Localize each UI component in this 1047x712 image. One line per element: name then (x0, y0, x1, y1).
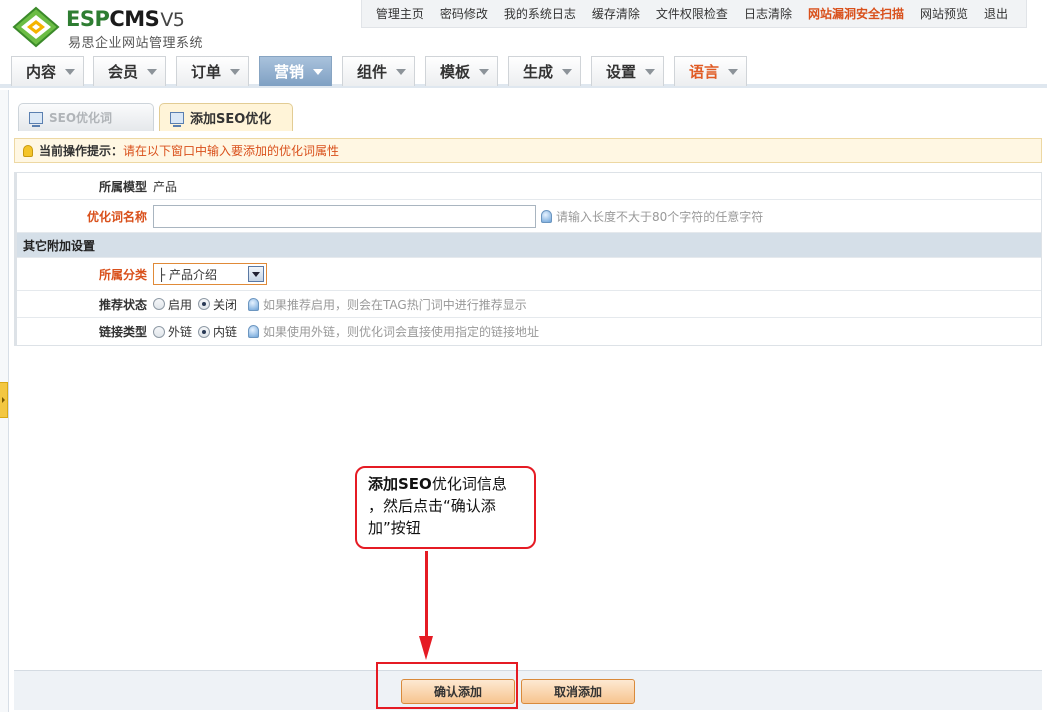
section-extra-settings: 其它附加设置 (17, 233, 1041, 258)
main-menu: 内容 会员 订单 营销 组件 模板 生成 设置 语言 (0, 52, 1047, 88)
annotation-arrow-line (425, 551, 428, 641)
link-type-hint: 如果使用外链，则优化词会直接使用指定的链接地址 (248, 323, 539, 340)
menu-members[interactable]: 会员 (93, 56, 166, 86)
menu-language[interactable]: 语言 (674, 56, 747, 86)
menu-orders[interactable]: 订单 (176, 56, 249, 86)
form-row-keyword: 优化词名称 请输入长度不大于80个字符的任意字符 (17, 200, 1041, 233)
topnav-site-preview[interactable]: 网站预览 (912, 5, 976, 22)
topnav-logout[interactable]: 退出 (976, 5, 1016, 22)
seo-form: 所属模型 产品 优化词名称 请输入长度不大于80个字符的任意字符 其它附加设置 … (14, 172, 1042, 346)
chevron-down-icon (728, 69, 738, 75)
content-panel: SEO优化词 添加SEO优化 当前操作提示： 请在以下窗口中输入要添加的优化词属… (14, 96, 1042, 710)
tip-label: 当前操作提示： (39, 144, 124, 158)
header: ESPCMSV5 易思企业网站管理系统 管理主页 密码修改 我的系统日志 缓存清… (0, 0, 1047, 52)
hint-bulb-icon (541, 209, 552, 223)
link-external-radio[interactable]: 外链 (153, 323, 192, 340)
lightbulb-icon (23, 144, 33, 157)
top-navigation: 管理主页 密码修改 我的系统日志 缓存清除 文件权限检查 日志清除 网站漏洞安全… (360, 0, 1027, 28)
recommend-hint: 如果推荐启用，则会在TAG热门词中进行推荐显示 (248, 296, 527, 313)
chevron-down-icon (313, 69, 323, 75)
radio-button-icon (198, 298, 211, 310)
keyword-label: 优化词名称 (86, 209, 147, 224)
callout-line-3: 加”按钮 (368, 519, 421, 537)
form-row-model: 所属模型 产品 (17, 173, 1041, 200)
annotation-arrow-icon (419, 636, 433, 660)
menu-content[interactable]: 内容 (11, 56, 84, 86)
sidebar-toggle-handle[interactable] (0, 382, 8, 418)
dropdown-arrow-icon[interactable] (248, 266, 264, 282)
hint-bulb-icon (248, 325, 260, 338)
topnav-my-system-log[interactable]: 我的系统日志 (496, 5, 584, 22)
hint-bulb-icon (248, 297, 260, 311)
chevron-down-icon (230, 69, 240, 75)
form-row-category: 所属分类 ├ 产品介绍 (17, 258, 1041, 291)
tab-bar: SEO优化词 添加SEO优化 (18, 103, 298, 131)
keyword-name-input[interactable] (153, 204, 536, 228)
chevron-down-icon (562, 69, 572, 75)
category-select[interactable]: ├ 产品介绍 (153, 263, 267, 285)
recommend-label: 推荐状态 (98, 297, 147, 312)
monitor-icon (29, 111, 43, 127)
topnav-security-scan[interactable]: 网站漏洞安全扫描 (800, 5, 912, 22)
radio-button-icon (198, 325, 211, 338)
tip-text: 请在以下窗口中输入要添加的优化词属性 (123, 144, 340, 158)
monitor-icon (170, 111, 184, 127)
keyword-hint: 请输入长度不大于80个字符的任意字符 (541, 208, 763, 225)
annotation-highlight-box (376, 662, 518, 709)
topnav-change-password[interactable]: 密码修改 (432, 5, 496, 22)
menu-generate[interactable]: 生成 (508, 56, 581, 86)
radio-button-icon (153, 325, 165, 338)
logo-icon (12, 6, 60, 48)
callout-line-1: 添加SEO优化词信息 (368, 475, 507, 493)
logo[interactable]: ESPCMSV5 易思企业网站管理系统 (10, 4, 220, 51)
logo-subtitle: 易思企业网站管理系统 (68, 36, 204, 51)
recommend-enable-radio[interactable]: 启用 (153, 296, 192, 313)
chevron-down-icon (645, 69, 655, 75)
category-selected-value: ├ 产品介绍 (158, 267, 218, 282)
link-type-label: 链接类型 (98, 325, 147, 339)
logo-title: ESPCMSV5 (66, 7, 185, 31)
radio-button-icon (153, 298, 165, 310)
model-value: 产品 (153, 179, 178, 194)
menu-marketing[interactable]: 营销 (259, 56, 332, 86)
form-row-link-type: 链接类型 外链 内链 如果使用外链，则优化词会直接使用指定的链接地址 (17, 318, 1041, 345)
topnav-admin-home[interactable]: 管理主页 (368, 5, 432, 22)
recommend-disable-radio[interactable]: 关闭 (198, 296, 237, 313)
menu-components[interactable]: 组件 (342, 56, 415, 86)
operation-tip: 当前操作提示： 请在以下窗口中输入要添加的优化词属性 (14, 138, 1042, 163)
form-row-recommend: 推荐状态 启用 关闭 如果推荐启用，则会在TAG热门词中进行推荐显示 (17, 291, 1041, 318)
model-label: 所属模型 (98, 179, 147, 194)
callout-line-2: ，然后点击“确认添 (368, 497, 496, 515)
link-internal-radio[interactable]: 内链 (198, 323, 237, 340)
sidebar-collapse-strip (0, 90, 9, 712)
chevron-down-icon (479, 69, 489, 75)
tab-add-seo[interactable]: 添加SEO优化 (159, 103, 293, 131)
chevron-down-icon (65, 69, 75, 75)
topnav-clear-cache[interactable]: 缓存清除 (584, 5, 648, 22)
chevron-down-icon (396, 69, 406, 75)
topnav-file-permission-check[interactable]: 文件权限检查 (648, 5, 736, 22)
tab-seo-keywords[interactable]: SEO优化词 (18, 103, 154, 131)
form-footer: 确认添加 取消添加 (14, 670, 1042, 710)
chevron-down-icon (147, 69, 157, 75)
instruction-callout: 添加SEO优化词信息 ，然后点击“确认添 加”按钮 (355, 466, 536, 549)
topnav-clear-logs[interactable]: 日志清除 (736, 5, 800, 22)
menu-templates[interactable]: 模板 (425, 56, 498, 86)
cancel-add-button[interactable]: 取消添加 (521, 679, 635, 704)
menu-settings[interactable]: 设置 (591, 56, 664, 86)
category-label: 所属分类 (98, 267, 147, 282)
